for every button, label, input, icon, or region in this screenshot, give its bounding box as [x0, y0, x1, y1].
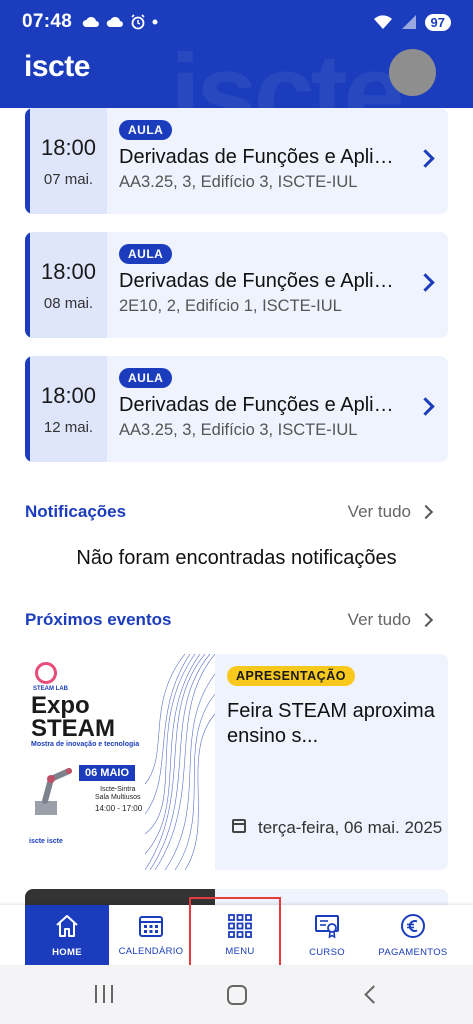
- class-card[interactable]: 18:00 08 mai. AULA Derivadas de Funções …: [25, 232, 448, 338]
- euro-icon: [401, 913, 425, 938]
- nav-course[interactable]: CURSO: [287, 905, 367, 965]
- class-datetime: 18:00 07 mai.: [25, 108, 107, 214]
- status-notification-icons: [82, 14, 158, 30]
- dot-icon: [152, 19, 158, 25]
- class-type-badge: AULA: [119, 120, 173, 140]
- class-type-badge: AULA: [119, 244, 173, 264]
- wave-lines-graphic: [145, 654, 215, 870]
- class-card[interactable]: 18:00 07 mai. AULA Derivadas de Funções …: [25, 108, 448, 214]
- poster-title-line2: STEAM: [31, 715, 115, 742]
- class-title: Derivadas de Funções e Aplicações: [119, 270, 401, 292]
- notifications-empty-message: Não foram encontradas notificações: [76, 547, 397, 569]
- events-title: Próximos eventos: [25, 610, 172, 629]
- recents-icon[interactable]: [95, 985, 113, 1003]
- poster-place: Iscte-Sintra Sala Multiusos: [95, 786, 141, 802]
- system-navigation-bar: [0, 965, 473, 1024]
- class-location: AA3.25, 3, Edifício 3, ISCTE-IUL: [119, 173, 358, 191]
- class-time: 18:00: [40, 382, 97, 408]
- chevron-right-icon: [416, 273, 435, 292]
- status-time: 07:48: [22, 11, 73, 32]
- robot-arm-icon: [35, 768, 72, 815]
- nav-calendar[interactable]: CALENDÁRIO: [109, 905, 193, 965]
- class-type-badge: AULA: [119, 368, 173, 388]
- poster-place-line1: Iscte-Sintra: [100, 786, 136, 793]
- poster-date: 06 MAIO: [79, 765, 136, 781]
- class-location: AA3.25, 3, Edifício 3, ISCTE-IUL: [119, 421, 358, 439]
- steam-lab-logo: [35, 662, 57, 684]
- nav-home-label: HOME: [52, 946, 82, 958]
- event-card[interactable]: STEAM LAB Expo STEAM Mostra de inovação …: [25, 654, 448, 870]
- header-watermark: iscte: [170, 44, 405, 108]
- alarm-icon: [131, 14, 145, 30]
- class-date: 08 mai.: [43, 294, 94, 312]
- class-info: AULA Derivadas de Funções e Aplicações 2…: [107, 232, 448, 338]
- poster-title: Expo STEAM: [31, 694, 115, 742]
- class-datetime: 18:00 12 mai.: [25, 356, 107, 462]
- status-bar: 07:48 97: [0, 0, 473, 44]
- notifications-title: Notificações: [25, 502, 127, 521]
- class-card[interactable]: 18:00 12 mai. AULA Derivadas de Funções …: [25, 356, 448, 462]
- calendar-icon: [232, 819, 246, 833]
- nav-home[interactable]: HOME: [25, 905, 109, 965]
- poster-subtitle: Mostra de inovação e tecnologia: [31, 741, 140, 748]
- poster-hours: 14:00 - 17:00: [95, 804, 143, 813]
- notifications-see-all-link[interactable]: Ver tudo: [348, 502, 411, 522]
- signal-icon: [401, 15, 416, 29]
- avatar[interactable]: [389, 49, 436, 96]
- status-right: 97: [373, 13, 451, 31]
- event-title: Feira STEAM aproxima ensino s...: [227, 700, 435, 747]
- app-header: iscte iscte: [0, 44, 473, 108]
- battery-indicator: 97: [424, 13, 451, 31]
- event-date: terça-feira, 06 mai. 2025: [258, 818, 443, 837]
- event-poster: STEAM LAB Expo STEAM Mostra de inovação …: [25, 654, 215, 870]
- wifi-icon: [373, 15, 392, 29]
- nav-payments-label: PAGAMENTOS: [378, 946, 448, 958]
- home-icon: [56, 914, 78, 937]
- calendar-icon: [139, 915, 163, 937]
- class-info: AULA Derivadas de Funções e Aplicações A…: [107, 356, 448, 462]
- class-date: 12 mai.: [43, 418, 94, 436]
- chevron-right-icon: [416, 149, 435, 168]
- class-time: 18:00: [40, 134, 97, 160]
- nav-payments[interactable]: PAGAMENTOS: [367, 905, 459, 965]
- class-date: 07 mai.: [43, 170, 94, 188]
- back-icon[interactable]: [364, 985, 383, 1004]
- main-content: 18:00 07 mai. AULA Derivadas de Funções …: [0, 108, 473, 908]
- chevron-right-icon[interactable]: [418, 612, 434, 628]
- class-location: 2E10, 2, Edifício 1, ISCTE-IUL: [119, 297, 342, 315]
- nav-calendar-label: CALENDÁRIO: [118, 945, 184, 957]
- home-button-icon[interactable]: [227, 985, 247, 1005]
- class-time: 18:00: [40, 258, 97, 284]
- class-datetime: 18:00 08 mai.: [25, 232, 107, 338]
- app-logo: iscte: [24, 50, 90, 83]
- chevron-right-icon: [416, 397, 435, 416]
- event-info: APRESENTAÇÃO Feira STEAM aproxima ensino…: [215, 654, 448, 870]
- cloud-icon-2: [106, 16, 124, 27]
- class-title: Derivadas de Funções e Aplicações: [119, 146, 401, 168]
- class-info: AULA Derivadas de Funções e Aplicações A…: [107, 108, 448, 214]
- events-see-all-link[interactable]: Ver tudo: [348, 610, 411, 630]
- poster-footer: iscte iscte: [29, 838, 63, 845]
- chevron-right-icon[interactable]: [418, 504, 434, 520]
- class-title: Derivadas de Funções e Aplicações: [119, 394, 401, 416]
- event-type-badge: APRESENTAÇÃO: [227, 666, 355, 686]
- poster-place-line2: Sala Multiusos: [95, 794, 141, 801]
- cloud-icon: [82, 16, 100, 27]
- nav-course-label: CURSO: [309, 946, 345, 958]
- certificate-icon: [315, 914, 339, 938]
